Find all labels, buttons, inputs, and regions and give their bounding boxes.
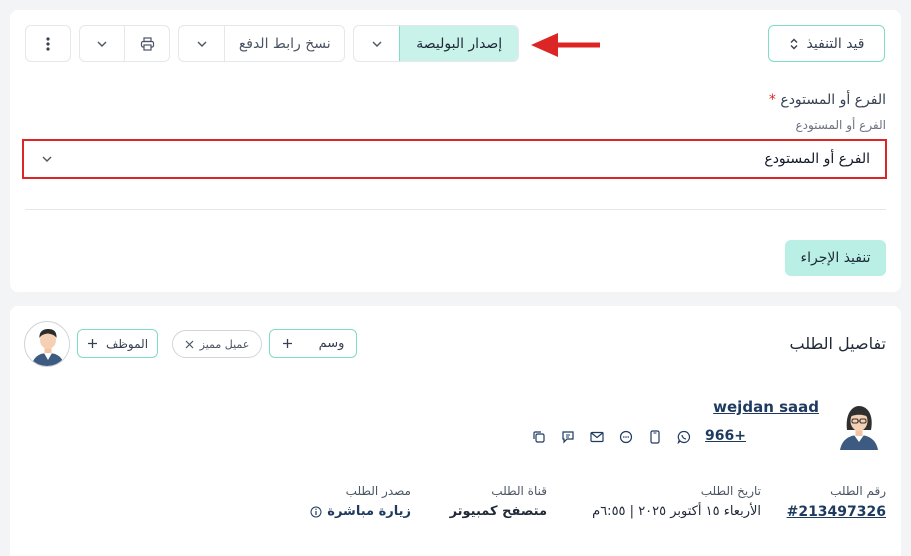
assign-employee-button[interactable]: الموظف xyxy=(77,329,158,358)
order-number-field: رقم الطلب #213497326 xyxy=(787,484,886,520)
employee-avatar xyxy=(24,321,70,367)
kebab-menu-icon xyxy=(46,36,50,51)
plus-icon xyxy=(282,338,293,349)
action-card: قيد التنفيذ إصدار البوليصة نسخ رابط الدف… xyxy=(10,10,901,292)
branch-field-label-text: الفرع أو المستودع xyxy=(780,92,886,108)
copy-payment-link-label: نسخ رابط الدفع xyxy=(238,35,331,52)
info-icon[interactable] xyxy=(310,506,322,518)
order-date-label: تاريخ الطلب xyxy=(700,484,761,498)
order-source-value-row: زيارة مباشرة xyxy=(310,504,411,519)
print-dropdown-toggle[interactable] xyxy=(80,26,124,61)
customer-phone-link[interactable]: 966+ xyxy=(705,428,746,444)
order-number-label: رقم الطلب xyxy=(830,484,886,498)
chevron-down-icon xyxy=(196,40,208,48)
add-tag-label: وسم xyxy=(318,336,345,351)
tag-chip: عميل مميز xyxy=(172,330,262,358)
copy-payment-link-button[interactable]: نسخ رابط الدفع xyxy=(224,26,344,61)
remove-tag-icon[interactable] xyxy=(185,340,194,349)
order-channel-label: قناة الطلب xyxy=(491,484,547,498)
customer-name-link[interactable]: wejdan saad xyxy=(713,398,819,416)
contact-icons-row xyxy=(528,426,695,448)
arrow-pointer-icon xyxy=(528,30,602,60)
divider xyxy=(25,209,886,210)
order-details-card: تفاصيل الطلب وسم عميل مميز الموظف wejdan… xyxy=(10,306,901,556)
branch-field-label: الفرع أو المستودع * xyxy=(769,92,886,108)
chat-icon[interactable] xyxy=(557,426,579,448)
branch-select[interactable]: الفرع أو المستودع xyxy=(22,139,887,179)
whatsapp-icon[interactable] xyxy=(673,426,695,448)
email-icon[interactable] xyxy=(586,426,608,448)
chevron-down-icon xyxy=(41,155,53,163)
order-source-label: مصدر الطلب xyxy=(345,484,411,498)
execution-status-dropdown[interactable]: قيد التنفيذ xyxy=(768,25,885,62)
order-number-value[interactable]: #213497326 xyxy=(787,504,886,520)
issue-policy-label: إصدار البوليصة xyxy=(416,35,503,52)
branch-select-value: الفرع أو المستودع xyxy=(764,151,870,167)
print-button[interactable] xyxy=(124,26,169,61)
execute-action-button[interactable]: تنفيذ الإجراء xyxy=(785,240,886,276)
execute-action-label: تنفيذ الإجراء xyxy=(800,250,871,266)
assign-employee-label: الموظف xyxy=(105,336,149,351)
copy-payment-link-dropdown-toggle[interactable] xyxy=(179,26,224,61)
tag-chip-label: عميل مميز xyxy=(199,337,250,351)
order-date-value: الأربعاء ١٥ أكتوبر ٢٠٢٥ | ٦:٥٥م xyxy=(592,504,761,519)
copy-payment-link-group: نسخ رابط الدفع xyxy=(178,25,345,62)
add-tag-button[interactable]: وسم xyxy=(269,329,357,358)
issue-policy-group: إصدار البوليصة xyxy=(353,25,519,62)
copy-icon[interactable] xyxy=(528,426,550,448)
sort-icon xyxy=(789,38,799,50)
issue-policy-button[interactable]: إصدار البوليصة xyxy=(399,26,518,61)
execution-status-label: قيد التنفيذ xyxy=(806,35,865,52)
chevron-down-icon xyxy=(96,40,108,48)
order-source-field: مصدر الطلب زيارة مباشرة xyxy=(310,484,411,519)
printer-icon xyxy=(140,36,155,51)
chevron-down-icon xyxy=(371,40,383,48)
customer-avatar xyxy=(836,402,882,450)
print-group xyxy=(79,25,170,62)
issue-policy-dropdown-toggle[interactable] xyxy=(354,26,399,61)
order-channel-field: قناة الطلب متصفح كمبيوتر xyxy=(450,484,547,519)
order-source-value: زيارة مباشرة xyxy=(327,504,411,519)
order-date-field: تاريخ الطلب الأربعاء ١٥ أكتوبر ٢٠٢٥ | ٦:… xyxy=(592,484,761,519)
sms-icon[interactable] xyxy=(615,426,637,448)
required-mark: * xyxy=(768,92,776,108)
order-details-title: تفاصيل الطلب xyxy=(789,334,887,353)
more-options-button[interactable] xyxy=(25,25,71,62)
order-channel-value: متصفح كمبيوتر xyxy=(449,504,547,519)
plus-icon xyxy=(87,338,98,349)
mobile-phone-icon[interactable] xyxy=(644,426,666,448)
branch-field-hint: الفرع أو المستودع xyxy=(795,118,886,132)
